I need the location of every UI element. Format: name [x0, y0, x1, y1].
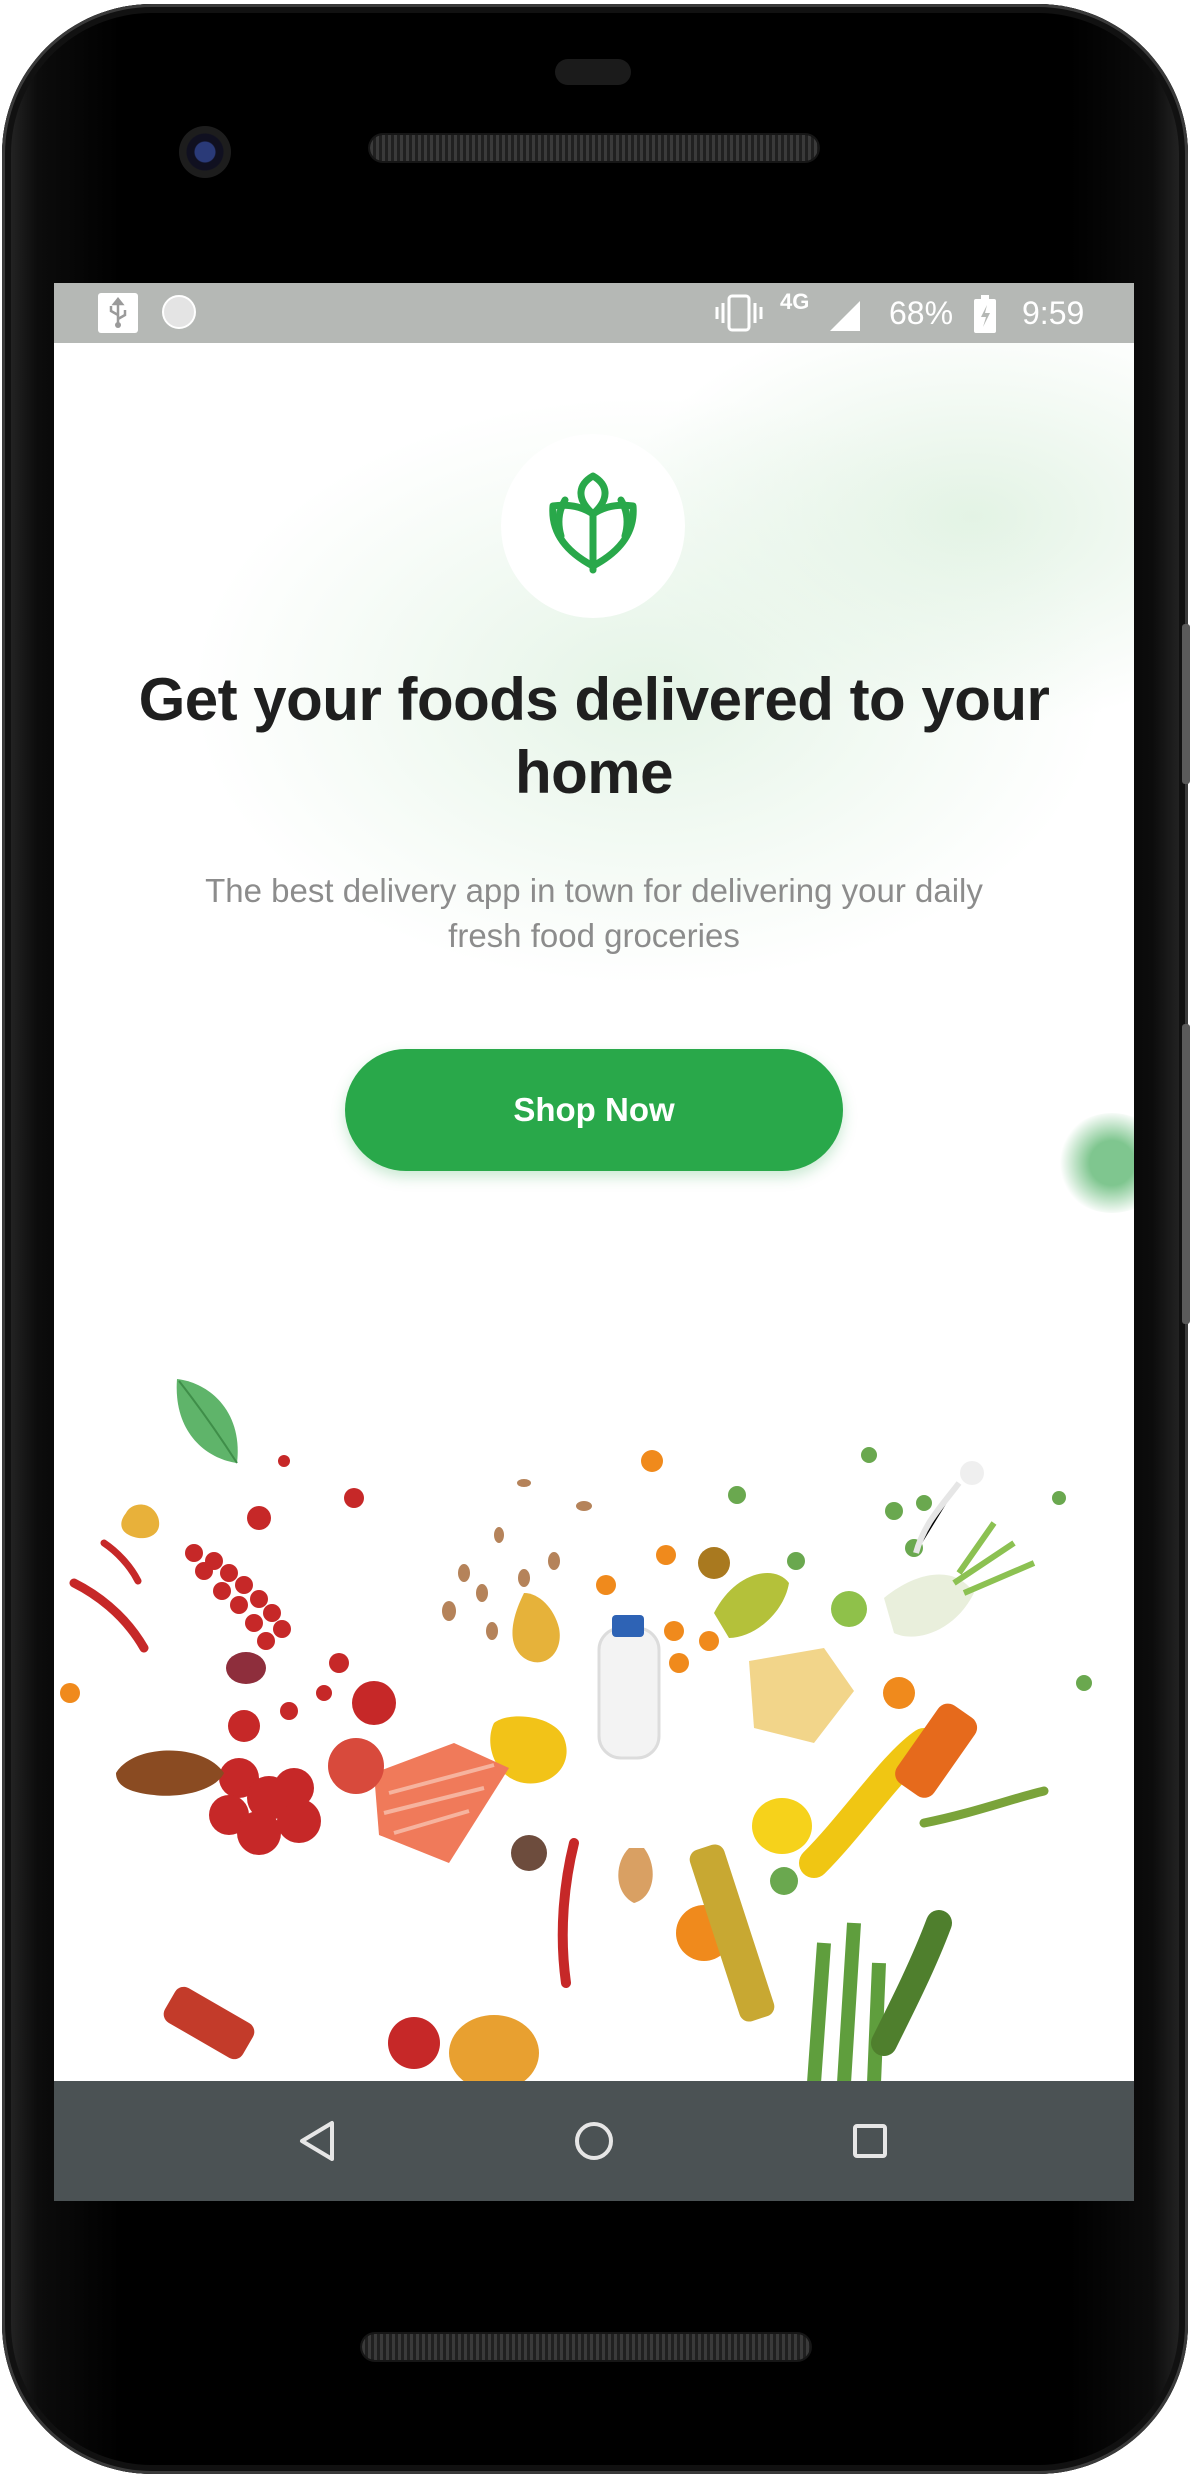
network-type: 4G [780, 289, 810, 314]
power-button [1182, 1024, 1190, 1324]
battery-icon [974, 295, 996, 333]
signal-icon [830, 301, 860, 331]
notification-circle-icon [162, 295, 196, 329]
volume-button [1182, 624, 1190, 784]
usb-icon [98, 293, 138, 333]
groceries-illustration [54, 1443, 1134, 2091]
battery-percentage: 68% [889, 295, 954, 331]
headline: Get your foods delivered to your home [138, 666, 1050, 806]
recents-square-icon[interactable] [840, 2111, 900, 2171]
clock: 9:59 [1022, 295, 1085, 331]
phone-frame: 4G 68% 9:59 Get your foods delivered to … [2, 4, 1190, 2474]
top-speaker-grille [370, 135, 818, 161]
front-camera [179, 126, 231, 178]
back-triangle-icon[interactable] [288, 2111, 348, 2171]
wheat-leaf-icon [549, 472, 637, 574]
shop-now-button[interactable]: Shop Now [345, 1049, 843, 1171]
onboarding-screen: Get your foods delivered to your home Th… [54, 343, 1134, 2091]
screen: 4G 68% 9:59 Get your foods delivered to … [54, 283, 1134, 2201]
subtext: The best delivery app in town for delive… [205, 872, 983, 954]
fresh-food-image [60, 1447, 1092, 2091]
blurred-leaf-decoration [1057, 1113, 1134, 1213]
vibrate-icon [714, 293, 764, 333]
home-circle-icon[interactable] [564, 2111, 624, 2171]
bottom-speaker-grille [362, 2334, 810, 2360]
navigation-bar [54, 2081, 1134, 2201]
app-logo [501, 434, 685, 618]
status-bar: 4G 68% 9:59 [54, 283, 1134, 343]
earpiece-slot [555, 59, 631, 85]
